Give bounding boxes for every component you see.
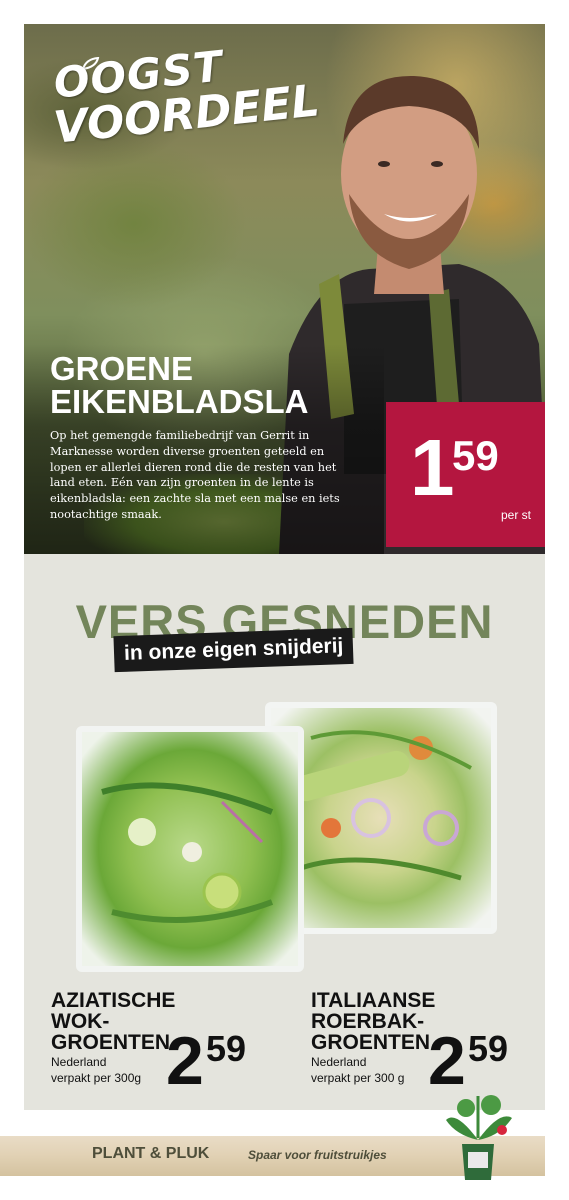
fresh-cut-section: VERS GESNEDEN in onze eigen snijderij AZ… bbox=[24, 554, 545, 1110]
product-title-line-1: GROENE bbox=[50, 350, 194, 387]
price-integer: 2 bbox=[166, 1023, 204, 1099]
oogst-voordeel-logo: OOGST VOORDEEL bbox=[51, 41, 322, 153]
plant-pluk-tagline: Spaar voor fruitstruikjes bbox=[248, 1148, 387, 1162]
price-unit: per st bbox=[500, 508, 531, 522]
vegetable-mix-asian bbox=[101, 782, 274, 923]
product-origin: Nederland bbox=[311, 1055, 367, 1069]
plant-pluk-brand: PLANT & PLUK bbox=[92, 1145, 210, 1162]
section-subtitle: in onze eigen snijderij bbox=[113, 627, 354, 673]
vegetable-mix-italian bbox=[292, 730, 472, 881]
price-badge: 1 59 per st bbox=[386, 402, 545, 547]
product-title-line-2: EIKENBLADSLA bbox=[50, 383, 309, 420]
price-decimal: 59 bbox=[468, 1028, 509, 1069]
product-name-line-2: ROERBAK- bbox=[311, 1010, 425, 1033]
product-aziatische: AZIATISCHE WOK- GROENTEN Nederland verpa… bbox=[51, 990, 175, 1086]
strawberry-plant-icon bbox=[446, 1095, 512, 1180]
price-decimal: 59 bbox=[206, 1028, 247, 1069]
product-package: verpakt per 300 g bbox=[311, 1070, 405, 1085]
price-integer: 2 bbox=[428, 1023, 466, 1099]
product-description: Op het gemengde familiebedrijf van Gerri… bbox=[50, 429, 340, 522]
hero-banner: OOGST VOORDEEL GROENE EIKENBLADSLA Op he… bbox=[24, 24, 545, 554]
product-package: verpakt per 300g bbox=[51, 1070, 142, 1085]
product-title: GROENE EIKENBLADSLA bbox=[50, 352, 309, 418]
product-name-line-3: GROENTEN bbox=[311, 1031, 431, 1054]
product-name: AZIATISCHE WOK- GROENTEN bbox=[51, 990, 175, 1053]
product-name-line-2: WOK- bbox=[51, 1010, 110, 1033]
price-integer: 1 bbox=[410, 423, 454, 512]
product-origin: Nederland bbox=[51, 1055, 107, 1069]
product-italiaanse: ITALIAANSE ROERBAK- GROENTEN Nederland v… bbox=[311, 990, 435, 1086]
product-name-line-1: AZIATISCHE bbox=[51, 989, 176, 1012]
price-decimal: 59 bbox=[452, 432, 499, 479]
product-name-line-3: GROENTEN bbox=[51, 1031, 171, 1054]
product-name: ITALIAANSE ROERBAK- GROENTEN bbox=[311, 990, 435, 1053]
product-name-line-1: ITALIAANSE bbox=[311, 989, 436, 1012]
aziatische-wok-bag-image bbox=[76, 726, 304, 972]
